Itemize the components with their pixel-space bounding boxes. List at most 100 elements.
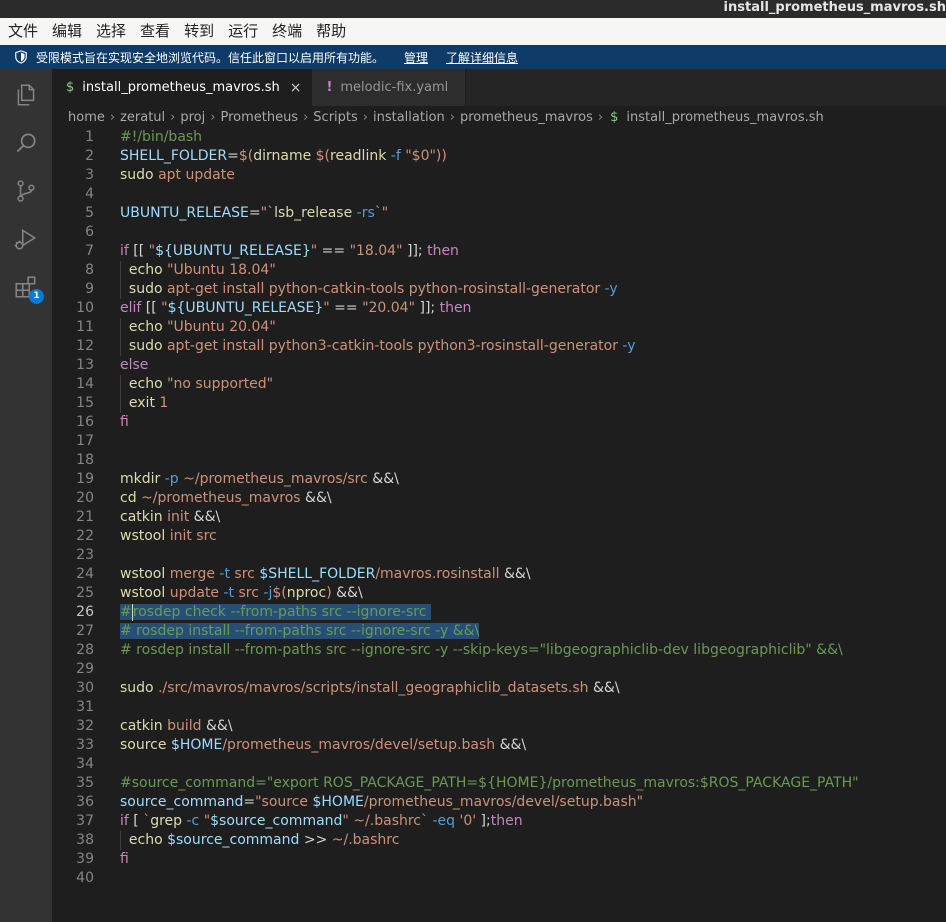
line-text: sudo apt update	[120, 167, 235, 183]
line-text: echo $source_command >> ~/.bashrc	[120, 832, 400, 848]
search-button[interactable]	[0, 119, 52, 167]
code-token: ${UBUNTU_RELEASE}	[167, 300, 324, 316]
chevron-right-icon: ›	[303, 109, 309, 125]
code-line[interactable]: # rosdep install --from-paths src --igno…	[120, 622, 946, 641]
code-token: &&\	[189, 509, 221, 525]
line-text: SHELL_FOLDER=$(dirname $(readlink -f "$0…	[120, 148, 447, 164]
extensions-button[interactable]: 1	[0, 263, 52, 311]
menu-edit[interactable]: 编辑	[52, 18, 82, 45]
close-icon[interactable]: ×	[290, 80, 302, 96]
code-line[interactable]	[120, 185, 946, 204]
code-line[interactable]: catkin init &&\	[120, 508, 946, 527]
code-token: then	[439, 300, 472, 316]
code-line[interactable]: SHELL_FOLDER=$(dirname $(readlink -f "$0…	[120, 147, 946, 166]
code-line[interactable]: wstool init src	[120, 527, 946, 546]
line-number: 39	[76, 851, 94, 867]
menu-file[interactable]: 文件	[8, 18, 38, 45]
code-line[interactable]: echo "no supported"	[120, 375, 946, 394]
source-control-icon	[17, 180, 35, 202]
code-line[interactable]: exit 1	[120, 394, 946, 413]
code-token: &&\	[300, 490, 332, 506]
code-line[interactable]: if [ `grep -c "$source_command" ~/.bashr…	[120, 812, 946, 831]
code-token: "18.04"	[349, 243, 403, 259]
menu-selection[interactable]: 选择	[96, 18, 126, 45]
source-control-button[interactable]	[0, 167, 52, 215]
code-line[interactable]: else	[120, 356, 946, 375]
line-number: 28	[76, 642, 94, 658]
line-text: fi	[120, 414, 129, 430]
code-token: &&\	[588, 680, 620, 696]
tab-install-prometheus-mavros[interactable]: $ install_prometheus_mavros.sh ×	[52, 69, 313, 106]
code-line[interactable]: cd ~/prometheus_mavros &&\	[120, 489, 946, 508]
code-line[interactable]: elif [[ "${UBUNTU_RELEASE}" == "20.04" ]…	[120, 299, 946, 318]
code-line[interactable]: if [[ "${UBUNTU_RELEASE}" == "18.04" ]];…	[120, 242, 946, 261]
line-number: 26	[76, 604, 94, 620]
code-line[interactable]: #!/bin/bash	[120, 128, 946, 147]
run-debug-button[interactable]	[0, 215, 52, 263]
code-line[interactable]	[120, 660, 946, 679]
breadcrumb-file[interactable]: install_prometheus_mavros.sh	[626, 110, 823, 125]
code-line[interactable]: UBUNTU_RELEASE="`lsb_release -rs`"	[120, 204, 946, 223]
code-line[interactable]: echo "Ubuntu 20.04"	[120, 318, 946, 337]
code-line[interactable]: source_command="source $HOME/prometheus_…	[120, 793, 946, 812]
code-token: "Ubuntu 18.04"	[162, 262, 276, 278]
code-line[interactable]: mkdir -p ~/prometheus_mavros/src &&\	[120, 470, 946, 489]
yaml-file-icon: !	[326, 80, 333, 95]
code-line[interactable]	[120, 546, 946, 565]
breadcrumb-item[interactable]: Prometheus	[220, 110, 298, 125]
code-area[interactable]: #!/bin/bash SHELL_FOLDER=$(dirname $(read…	[120, 128, 946, 888]
code-line[interactable]: source $HOME/prometheus_mavros/devel/set…	[120, 736, 946, 755]
code-line[interactable]: fi	[120, 850, 946, 869]
tab-melodic-fix[interactable]: ! melodic-fix.yaml	[312, 69, 467, 106]
line-number: 21	[76, 509, 94, 525]
code-line[interactable]	[120, 869, 946, 888]
menu-run[interactable]: 运行	[228, 18, 258, 45]
code-line[interactable]: sudo apt-get install python-catkin-tools…	[120, 280, 946, 299]
code-line[interactable]: sudo apt-get install python3-catkin-tool…	[120, 337, 946, 356]
breadcrumb-item[interactable]: zeratul	[120, 110, 165, 125]
menu-view[interactable]: 查看	[140, 18, 170, 45]
indent-guide	[120, 375, 121, 394]
code-line[interactable]: sudo ./src/mavros/mavros/scripts/install…	[120, 679, 946, 698]
code-line[interactable]: #source_command="export ROS_PACKAGE_PATH…	[120, 774, 946, 793]
menu-go[interactable]: 转到	[184, 18, 214, 45]
code-token: if	[120, 813, 129, 829]
line-text: if [ `grep -c "$source_command" ~/.bashr…	[120, 813, 523, 829]
breadcrumb-item[interactable]: prometheus_mavros	[460, 110, 593, 125]
code-line[interactable]	[120, 432, 946, 451]
breadcrumb-item[interactable]: proj	[180, 110, 205, 125]
breadcrumb-item[interactable]: installation	[373, 110, 445, 125]
menu-terminal[interactable]: 终端	[272, 18, 302, 45]
code-line[interactable]	[120, 698, 946, 717]
code-line[interactable]: #rosdep check --from-paths src --ignore-…	[120, 603, 946, 622]
code-line[interactable]: catkin build &&\	[120, 717, 946, 736]
manage-link[interactable]: 管理	[404, 49, 428, 66]
line-text: else	[120, 357, 148, 373]
line-number: 29	[76, 661, 94, 677]
explorer-button[interactable]	[0, 71, 52, 119]
code-token: $source_command	[210, 813, 343, 829]
code-line[interactable]	[120, 451, 946, 470]
line-text: cd ~/prometheus_mavros &&\	[120, 490, 332, 506]
code-line[interactable]: echo "Ubuntu 18.04"	[120, 261, 946, 280]
code-token: echo	[128, 319, 163, 335]
code-line[interactable]	[120, 223, 946, 242]
learn-more-link[interactable]: 了解详细信息	[446, 49, 518, 66]
code-line[interactable]: wstool update -t src -j$(nproc) &&\	[120, 584, 946, 603]
code-line[interactable]: sudo apt update	[120, 166, 946, 185]
code-token: source_command	[120, 794, 244, 810]
code-editor[interactable]: 1 2 3 4 5 6 7 8 9 10 11 12 13 14 15 16 17 18 19 20 21 22 23 24 2…	[52, 128, 946, 922]
breadcrumb-item[interactable]: home	[68, 110, 105, 125]
code-line[interactable]	[120, 755, 946, 774]
line-number: 17	[76, 433, 94, 449]
line-text: sudo apt-get install python-catkin-tools…	[120, 281, 618, 297]
code-line[interactable]: # rosdep install --from-paths src --igno…	[120, 641, 946, 660]
menu-help[interactable]: 帮助	[316, 18, 346, 45]
breadcrumb-item[interactable]: Scripts	[313, 110, 357, 125]
code-line[interactable]: wstool merge -t src $SHELL_FOLDER/mavros…	[120, 565, 946, 584]
chevron-right-icon: ›	[170, 109, 176, 125]
code-line[interactable]: echo $source_command >> ~/.bashrc	[120, 831, 946, 850]
code-line[interactable]: fi	[120, 413, 946, 432]
code-token: dirname	[253, 148, 312, 164]
